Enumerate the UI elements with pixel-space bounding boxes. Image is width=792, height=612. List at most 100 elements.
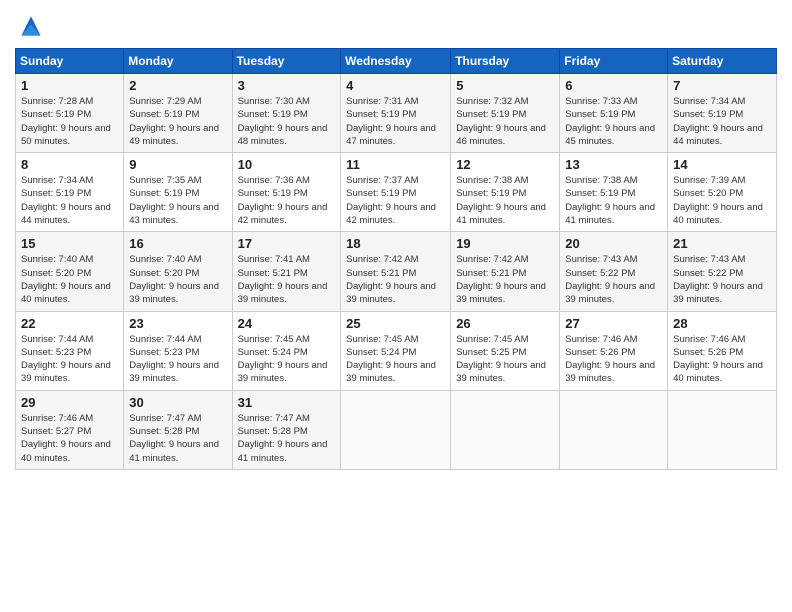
page: SundayMondayTuesdayWednesdayThursdayFrid… [0, 0, 792, 612]
calendar-week-row: 1 Sunrise: 7:28 AM Sunset: 5:19 PM Daylig… [16, 74, 777, 153]
calendar-cell: 22 Sunrise: 7:44 AM Sunset: 5:23 PM Dayli… [16, 311, 124, 390]
day-info: Sunrise: 7:46 AM Sunset: 5:26 PM Dayligh… [673, 333, 771, 386]
calendar-table: SundayMondayTuesdayWednesdayThursdayFrid… [15, 48, 777, 470]
calendar-cell: 19 Sunrise: 7:42 AM Sunset: 5:21 PM Dayli… [451, 232, 560, 311]
day-number: 22 [21, 316, 118, 331]
day-info: Sunrise: 7:43 AM Sunset: 5:22 PM Dayligh… [673, 253, 771, 306]
day-number: 6 [565, 78, 662, 93]
day-info: Sunrise: 7:38 AM Sunset: 5:19 PM Dayligh… [565, 174, 662, 227]
day-info: Sunrise: 7:44 AM Sunset: 5:23 PM Dayligh… [21, 333, 118, 386]
day-number: 4 [346, 78, 445, 93]
day-number: 29 [21, 395, 118, 410]
calendar-cell: 18 Sunrise: 7:42 AM Sunset: 5:21 PM Dayli… [341, 232, 451, 311]
day-info: Sunrise: 7:45 AM Sunset: 5:25 PM Dayligh… [456, 333, 554, 386]
calendar-cell: 8 Sunrise: 7:34 AM Sunset: 5:19 PM Daylig… [16, 153, 124, 232]
day-number: 30 [129, 395, 226, 410]
day-info: Sunrise: 7:46 AM Sunset: 5:26 PM Dayligh… [565, 333, 662, 386]
calendar-cell: 21 Sunrise: 7:43 AM Sunset: 5:22 PM Dayli… [668, 232, 777, 311]
calendar-cell [560, 390, 668, 469]
day-number: 13 [565, 157, 662, 172]
day-info: Sunrise: 7:47 AM Sunset: 5:28 PM Dayligh… [238, 412, 336, 465]
day-number: 14 [673, 157, 771, 172]
logo [15, 10, 51, 42]
calendar-cell: 16 Sunrise: 7:40 AM Sunset: 5:20 PM Dayli… [124, 232, 232, 311]
day-number: 1 [21, 78, 118, 93]
day-info: Sunrise: 7:39 AM Sunset: 5:20 PM Dayligh… [673, 174, 771, 227]
day-info: Sunrise: 7:28 AM Sunset: 5:19 PM Dayligh… [21, 95, 118, 148]
calendar-cell: 5 Sunrise: 7:32 AM Sunset: 5:19 PM Daylig… [451, 74, 560, 153]
calendar-cell [668, 390, 777, 469]
day-number: 25 [346, 316, 445, 331]
weekday-header-thursday: Thursday [451, 49, 560, 74]
calendar-cell: 4 Sunrise: 7:31 AM Sunset: 5:19 PM Daylig… [341, 74, 451, 153]
day-number: 27 [565, 316, 662, 331]
day-number: 5 [456, 78, 554, 93]
day-number: 17 [238, 236, 336, 251]
weekday-header-wednesday: Wednesday [341, 49, 451, 74]
day-number: 28 [673, 316, 771, 331]
calendar-cell: 27 Sunrise: 7:46 AM Sunset: 5:26 PM Dayli… [560, 311, 668, 390]
day-info: Sunrise: 7:32 AM Sunset: 5:19 PM Dayligh… [456, 95, 554, 148]
day-number: 12 [456, 157, 554, 172]
day-number: 10 [238, 157, 336, 172]
day-number: 9 [129, 157, 226, 172]
day-number: 23 [129, 316, 226, 331]
header [15, 10, 777, 42]
day-number: 21 [673, 236, 771, 251]
calendar-cell: 14 Sunrise: 7:39 AM Sunset: 5:20 PM Dayli… [668, 153, 777, 232]
day-number: 3 [238, 78, 336, 93]
day-number: 31 [238, 395, 336, 410]
day-info: Sunrise: 7:34 AM Sunset: 5:19 PM Dayligh… [673, 95, 771, 148]
calendar-cell: 11 Sunrise: 7:37 AM Sunset: 5:19 PM Dayli… [341, 153, 451, 232]
calendar-cell [451, 390, 560, 469]
day-number: 26 [456, 316, 554, 331]
day-info: Sunrise: 7:41 AM Sunset: 5:21 PM Dayligh… [238, 253, 336, 306]
day-info: Sunrise: 7:42 AM Sunset: 5:21 PM Dayligh… [346, 253, 445, 306]
logo-icon [15, 10, 47, 42]
day-number: 18 [346, 236, 445, 251]
day-info: Sunrise: 7:29 AM Sunset: 5:19 PM Dayligh… [129, 95, 226, 148]
day-number: 7 [673, 78, 771, 93]
calendar-cell: 28 Sunrise: 7:46 AM Sunset: 5:26 PM Dayli… [668, 311, 777, 390]
calendar-cell [341, 390, 451, 469]
weekday-header-monday: Monday [124, 49, 232, 74]
day-info: Sunrise: 7:45 AM Sunset: 5:24 PM Dayligh… [346, 333, 445, 386]
day-info: Sunrise: 7:36 AM Sunset: 5:19 PM Dayligh… [238, 174, 336, 227]
day-info: Sunrise: 7:40 AM Sunset: 5:20 PM Dayligh… [129, 253, 226, 306]
calendar-cell: 31 Sunrise: 7:47 AM Sunset: 5:28 PM Dayli… [232, 390, 341, 469]
calendar-week-row: 22 Sunrise: 7:44 AM Sunset: 5:23 PM Dayli… [16, 311, 777, 390]
day-number: 8 [21, 157, 118, 172]
calendar-cell: 29Sunrise: 7:46 AM Sunset: 5:27 PM Dayli… [16, 390, 124, 469]
day-info: Sunrise: 7:31 AM Sunset: 5:19 PM Dayligh… [346, 95, 445, 148]
calendar-cell: 1 Sunrise: 7:28 AM Sunset: 5:19 PM Daylig… [16, 74, 124, 153]
day-number: 2 [129, 78, 226, 93]
day-number: 19 [456, 236, 554, 251]
day-number: 20 [565, 236, 662, 251]
day-info: Sunrise: 7:34 AM Sunset: 5:19 PM Dayligh… [21, 174, 118, 227]
day-info: Sunrise: 7:45 AM Sunset: 5:24 PM Dayligh… [238, 333, 336, 386]
day-number: 15 [21, 236, 118, 251]
day-info: Sunrise: 7:38 AM Sunset: 5:19 PM Dayligh… [456, 174, 554, 227]
day-info: Sunrise: 7:44 AM Sunset: 5:23 PM Dayligh… [129, 333, 226, 386]
calendar-week-row: 29Sunrise: 7:46 AM Sunset: 5:27 PM Dayli… [16, 390, 777, 469]
calendar-cell: 12 Sunrise: 7:38 AM Sunset: 5:19 PM Dayli… [451, 153, 560, 232]
calendar-cell: 6Sunrise: 7:33 AM Sunset: 5:19 PM Daylig… [560, 74, 668, 153]
day-number: 16 [129, 236, 226, 251]
day-number: 11 [346, 157, 445, 172]
calendar-cell: 3Sunrise: 7:30 AM Sunset: 5:19 PM Daylig… [232, 74, 341, 153]
calendar-cell: 7 Sunrise: 7:34 AM Sunset: 5:19 PM Daylig… [668, 74, 777, 153]
day-info: Sunrise: 7:47 AM Sunset: 5:28 PM Dayligh… [129, 412, 226, 465]
day-info: Sunrise: 7:42 AM Sunset: 5:21 PM Dayligh… [456, 253, 554, 306]
weekday-header-tuesday: Tuesday [232, 49, 341, 74]
calendar-week-row: 15 Sunrise: 7:40 AM Sunset: 5:20 PM Dayli… [16, 232, 777, 311]
weekday-header-row: SundayMondayTuesdayWednesdayThursdayFrid… [16, 49, 777, 74]
weekday-header-saturday: Saturday [668, 49, 777, 74]
calendar-cell: 17 Sunrise: 7:41 AM Sunset: 5:21 PM Dayli… [232, 232, 341, 311]
calendar-cell: 13 Sunrise: 7:38 AM Sunset: 5:19 PM Dayli… [560, 153, 668, 232]
day-info: Sunrise: 7:43 AM Sunset: 5:22 PM Dayligh… [565, 253, 662, 306]
calendar-cell: 9Sunrise: 7:35 AM Sunset: 5:19 PM Daylig… [124, 153, 232, 232]
calendar-cell: 24Sunrise: 7:45 AM Sunset: 5:24 PM Dayli… [232, 311, 341, 390]
calendar-cell: 30 Sunrise: 7:47 AM Sunset: 5:28 PM Dayli… [124, 390, 232, 469]
day-info: Sunrise: 7:37 AM Sunset: 5:19 PM Dayligh… [346, 174, 445, 227]
weekday-header-sunday: Sunday [16, 49, 124, 74]
